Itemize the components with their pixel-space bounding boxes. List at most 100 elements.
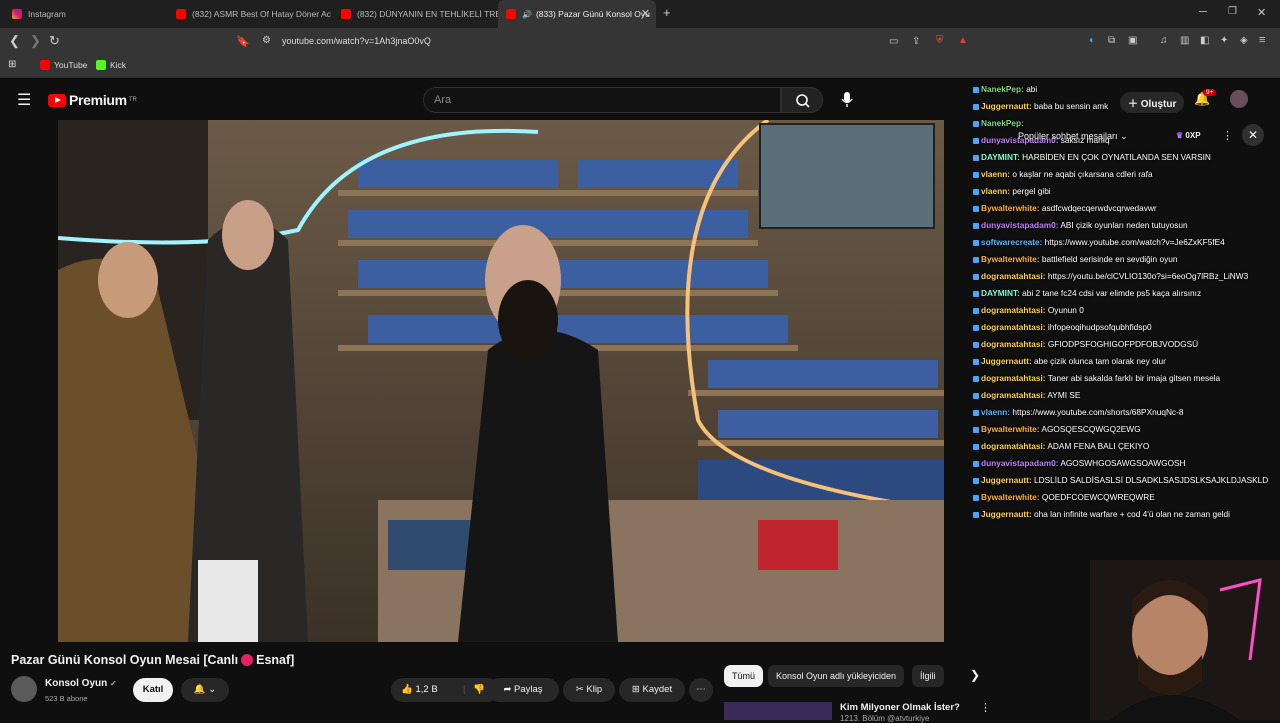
xp-badge[interactable]: ♛ 0XP	[1176, 131, 1201, 140]
chat-message: dogramatahtasi: AYMI SE	[973, 390, 1080, 401]
search-button[interactable]	[781, 87, 823, 113]
chat-username[interactable]: DAYMINT:	[981, 288, 1020, 298]
chat-username[interactable]: dogramatahtasi:	[981, 441, 1046, 451]
wallet-icon[interactable]: ▣	[1128, 35, 1137, 46]
chat-username[interactable]: NanekPep:	[981, 118, 1024, 128]
extensions-icon[interactable]: ⧉	[1108, 35, 1115, 46]
vpn-icon[interactable]: ◈	[1240, 35, 1248, 46]
recommendation-item[interactable]: Kim Milyoner Olmak İster? 1213. Bölüm @a…	[724, 700, 991, 723]
chat-username[interactable]: Juggernautt:	[981, 475, 1032, 485]
close-chat-button[interactable]: ✕	[1242, 124, 1264, 146]
maximize-button[interactable]: ❐	[1228, 6, 1237, 17]
chat-username[interactable]: Juggernautt:	[981, 509, 1032, 519]
search-input[interactable]: Ara	[423, 87, 781, 113]
share-button[interactable]: ➦ Paylaş	[487, 678, 559, 702]
chat-text: o kaşlar ne aqabi çıkarsana cdleri rafa	[1010, 169, 1153, 179]
chat-username[interactable]: dunyavistapadam0:	[981, 220, 1058, 230]
dislike-button[interactable]: 👎	[473, 678, 485, 702]
video-player[interactable]	[58, 120, 944, 642]
popular-chat-label: Popüler sohbet mesajları	[1018, 131, 1118, 141]
audio-icon[interactable]: ◖	[1088, 35, 1094, 46]
avatar[interactable]	[1230, 90, 1248, 108]
chat-username[interactable]: dogramatahtasi:	[981, 390, 1046, 400]
url-field[interactable]: youtube.com/watch?v=1Ah3jnaO0vQ	[282, 36, 431, 46]
like-button[interactable]: 👍 1,2 B	[401, 684, 438, 695]
screen-icon[interactable]: ▭	[889, 36, 898, 47]
search-icon	[796, 94, 810, 108]
tab-konsol-oyun[interactable]: 🔊 (833) Pazar Günü Konsol Oyu ✕	[498, 0, 656, 28]
site-info-icon[interactable]: ⚙	[262, 35, 271, 46]
chat-username[interactable]: dogramatahtasi:	[981, 322, 1046, 332]
chat-username[interactable]: vlaenn:	[981, 407, 1010, 417]
share-icon[interactable]: ⇪	[912, 36, 920, 47]
back-icon[interactable]: ❮	[9, 33, 20, 49]
create-button[interactable]: ＋ Oluştur	[1120, 92, 1185, 113]
chip-from-uploader[interactable]: Konsol Oyun adlı yükleyiciden	[768, 665, 905, 687]
close-tab-icon[interactable]: ✕	[641, 7, 650, 20]
chat-username[interactable]: dunyavistapadam0:	[981, 458, 1058, 468]
more-options-icon[interactable]: ⋮	[1222, 129, 1233, 142]
join-button[interactable]: Katıl	[133, 678, 173, 702]
brave-shield-icon[interactable]: ⛨	[936, 35, 944, 46]
address-bar: ❮ ❯ ↻ 🔖 ⚙ youtube.com/watch?v=1Ah3jnaO0v…	[0, 28, 1280, 56]
youtube-premium-logo[interactable]: Premium TR	[48, 92, 137, 108]
chip-related[interactable]: İlgili	[912, 665, 944, 687]
chat-username[interactable]: Juggernautt:	[981, 356, 1032, 366]
bookmark-icon[interactable]: 🔖	[236, 35, 250, 48]
chat-badge-icon	[973, 341, 979, 348]
channel-row: Konsol Oyun ✓ 523 B abone Katıl 🔔 ⌄ 👍 1,…	[11, 676, 713, 706]
chat-badge-icon	[973, 443, 979, 450]
chat-username[interactable]: softwarecreate:	[981, 237, 1042, 247]
popular-chat-dropdown[interactable]: Popüler sohbet mesajları ⌄	[1018, 131, 1128, 142]
chat-username[interactable]: Bywalterwhite:	[981, 254, 1040, 264]
forward-icon[interactable]: ❯	[30, 33, 41, 49]
thumbs-up-icon: 👍	[401, 684, 413, 695]
chat-badge-icon	[973, 171, 979, 178]
apps-grid-icon[interactable]: ⊞	[8, 59, 16, 70]
rewards-icon[interactable]: ▲	[958, 35, 968, 46]
reload-icon[interactable]: ↻	[49, 33, 60, 49]
save-button[interactable]: ⊞ Kaydet	[619, 678, 685, 702]
chat-username[interactable]: dogramatahtasi:	[981, 305, 1046, 315]
bookmark-kick[interactable]: Kick	[96, 60, 126, 70]
subscribe-bell-button[interactable]: 🔔 ⌄	[181, 678, 229, 702]
close-window-button[interactable]: ✕	[1257, 6, 1266, 19]
chat-username[interactable]: dogramatahtasi:	[981, 373, 1046, 383]
chat-username[interactable]: NanekPep:	[981, 84, 1024, 94]
tab-asmr[interactable]: (832) ASMR Best Of Hatay Döner Ac	[168, 0, 333, 28]
hamburger-menu-icon[interactable]: ☰	[17, 90, 31, 110]
chat-message: dogramatahtasi: Taner abi sakalda farklı…	[973, 373, 1220, 384]
tab-label: Instagram	[28, 9, 66, 19]
microphone-icon[interactable]	[840, 91, 854, 109]
sidebar-icon[interactable]: ▥	[1180, 35, 1189, 46]
leo-icon[interactable]: ✦	[1220, 35, 1228, 46]
channel-name[interactable]: Konsol Oyun ✓	[45, 678, 117, 689]
chat-message: Bywalterwhite: asdfcwdqecqerwdvcqrwedavw…	[973, 203, 1157, 214]
new-tab-button[interactable]: +	[663, 5, 671, 20]
chat-username[interactable]: vlaenn:	[981, 169, 1010, 179]
menu-icon[interactable]: ≡	[1259, 34, 1265, 46]
chips-next-icon[interactable]: ❯	[970, 668, 980, 682]
chat-username[interactable]: DAYMINT:	[981, 152, 1020, 162]
chat-username[interactable]: Bywalterwhite:	[981, 203, 1040, 213]
chat-username[interactable]: Bywalterwhite:	[981, 492, 1040, 502]
chat-username[interactable]: dogramatahtasi:	[981, 271, 1046, 281]
more-actions-button[interactable]: ⋯	[689, 678, 713, 702]
chip-all[interactable]: Tümü	[724, 665, 764, 687]
chat-username[interactable]: dogramatahtasi:	[981, 339, 1046, 349]
minimize-button[interactable]: ─	[1199, 6, 1207, 18]
chat-badge-icon	[973, 375, 979, 382]
chat-username[interactable]: Bywalterwhite:	[981, 424, 1040, 434]
tab-instagram[interactable]: Instagram	[4, 0, 169, 28]
tab-tren[interactable]: (832) DÜNYANIN EN TEHLİKELİ TREN	[333, 0, 498, 28]
popular-chat-header: Popüler sohbet mesajları ⌄ ♛ 0XP ⋮ ✕	[1010, 124, 1270, 146]
wallet-alt-icon[interactable]: ◧	[1200, 35, 1209, 46]
chat-username[interactable]: Juggernautt:	[981, 101, 1032, 111]
clip-button[interactable]: ✂ Klip	[563, 678, 615, 702]
share-arrow-icon: ➦	[503, 684, 512, 695]
recommendation-menu-icon[interactable]: ⋮	[980, 701, 991, 714]
bookmark-youtube[interactable]: YouTube	[40, 60, 87, 70]
chat-username[interactable]: vlaenn:	[981, 186, 1010, 196]
music-icon[interactable]: ♫	[1160, 35, 1168, 46]
channel-avatar[interactable]	[11, 676, 37, 702]
